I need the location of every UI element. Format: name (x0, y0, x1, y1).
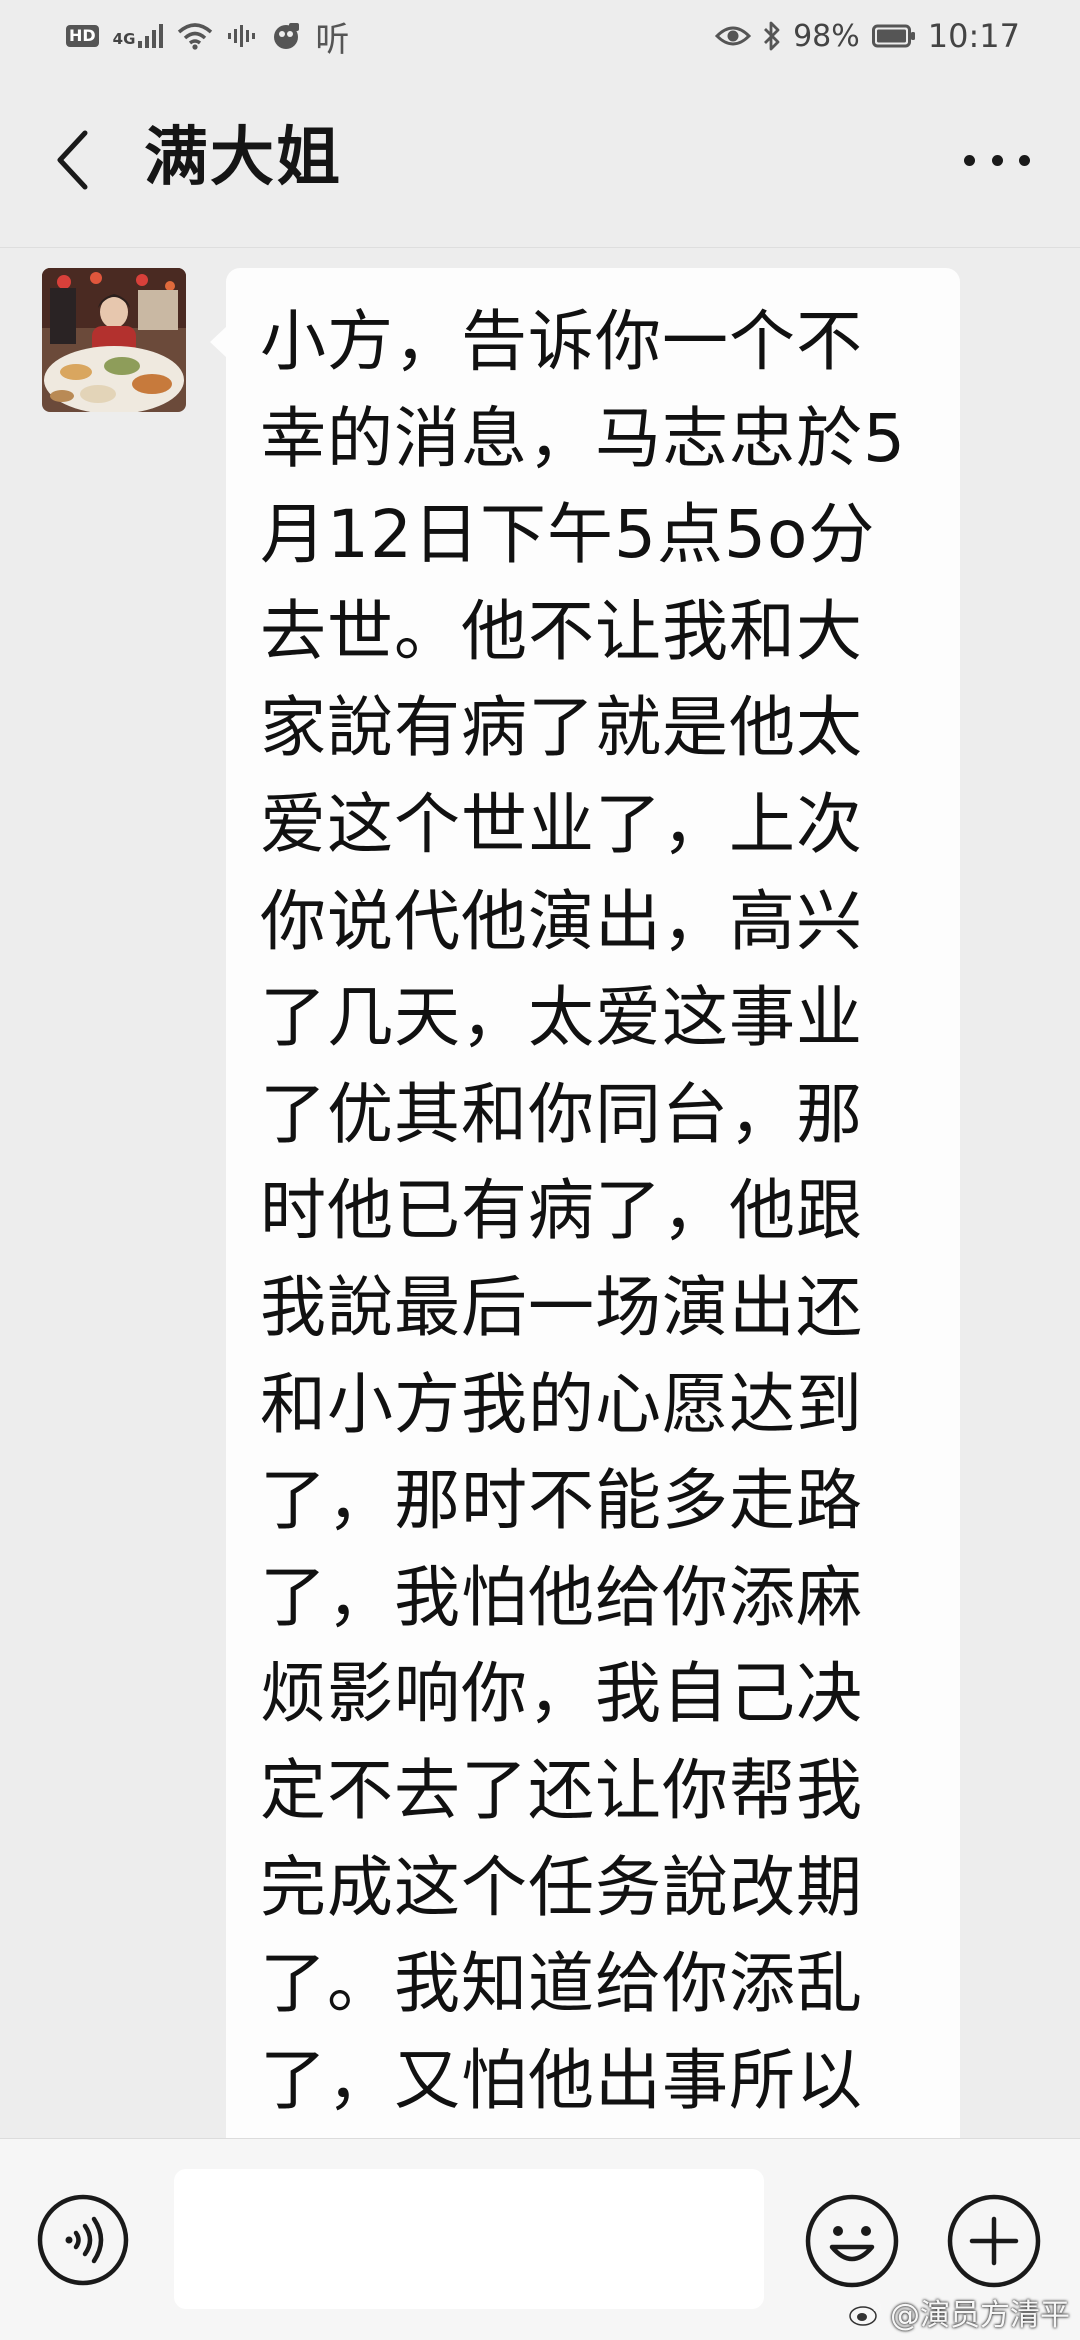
bubble-tail (210, 326, 227, 358)
emoji-icon (805, 2194, 899, 2288)
chat-screen: HD 4G 听 98% 10:17 满大姐 小方，告诉你一个不幸的消息，马志忠於… (0, 0, 1080, 2340)
weibo-logo-icon (849, 2299, 882, 2326)
bluetooth-icon (763, 21, 781, 51)
message-input[interactable] (174, 2169, 764, 2309)
message-bubble[interactable]: 小方，告诉你一个不幸的消息，马志忠於5月12日下午5点5o分去世。他不让我和大家… (210, 268, 960, 2138)
contact-avatar[interactable] (42, 268, 186, 412)
input-bar: @演员方清平 (0, 2138, 1080, 2340)
watermark: @演员方清平 (848, 2290, 1070, 2334)
more-button[interactable] (954, 132, 1040, 188)
network-type-label: 4G (112, 29, 136, 48)
chevron-left-icon (57, 130, 88, 190)
emoji-button[interactable] (804, 2193, 900, 2289)
signal-icon (137, 23, 164, 49)
watermark-text: @演员方清平 (890, 2298, 1070, 2333)
eye-icon (715, 24, 752, 48)
status-bar: HD 4G 听 98% 10:17 (0, 0, 1080, 72)
voice-icon (37, 2194, 129, 2286)
battery-icon (871, 24, 916, 48)
audio-wave-icon (227, 24, 257, 48)
back-button[interactable] (42, 122, 102, 198)
message-text: 小方，告诉你一个不幸的消息，马志忠於5月12日下午5点5o分去世。他不让我和大家… (260, 303, 906, 2119)
message-list[interactable]: 小方，告诉你一个不幸的消息，马志忠於5月12日下午5点5o分去世。他不让我和大家… (0, 248, 1080, 2138)
add-button[interactable] (946, 2193, 1042, 2289)
hd-badge: HD (66, 25, 99, 47)
voice-button[interactable] (36, 2193, 130, 2287)
plus-icon (947, 2194, 1041, 2288)
more-dots-icon (991, 154, 1003, 166)
status-bar-left: HD 4G 听 (66, 12, 363, 61)
listen-label: 听 (315, 19, 350, 60)
chat-header: 满大姐 (0, 72, 1080, 248)
more-dots-icon (964, 154, 975, 166)
chat-title: 满大姐 (144, 121, 342, 195)
wifi-icon (177, 22, 213, 50)
clock: 10:17 (927, 17, 1020, 55)
status-bar-right: 98% 10:17 (703, 17, 1020, 55)
battery-percent: 98% (793, 18, 860, 54)
notification-app-icon (271, 21, 301, 51)
more-dots-icon (1019, 154, 1030, 166)
